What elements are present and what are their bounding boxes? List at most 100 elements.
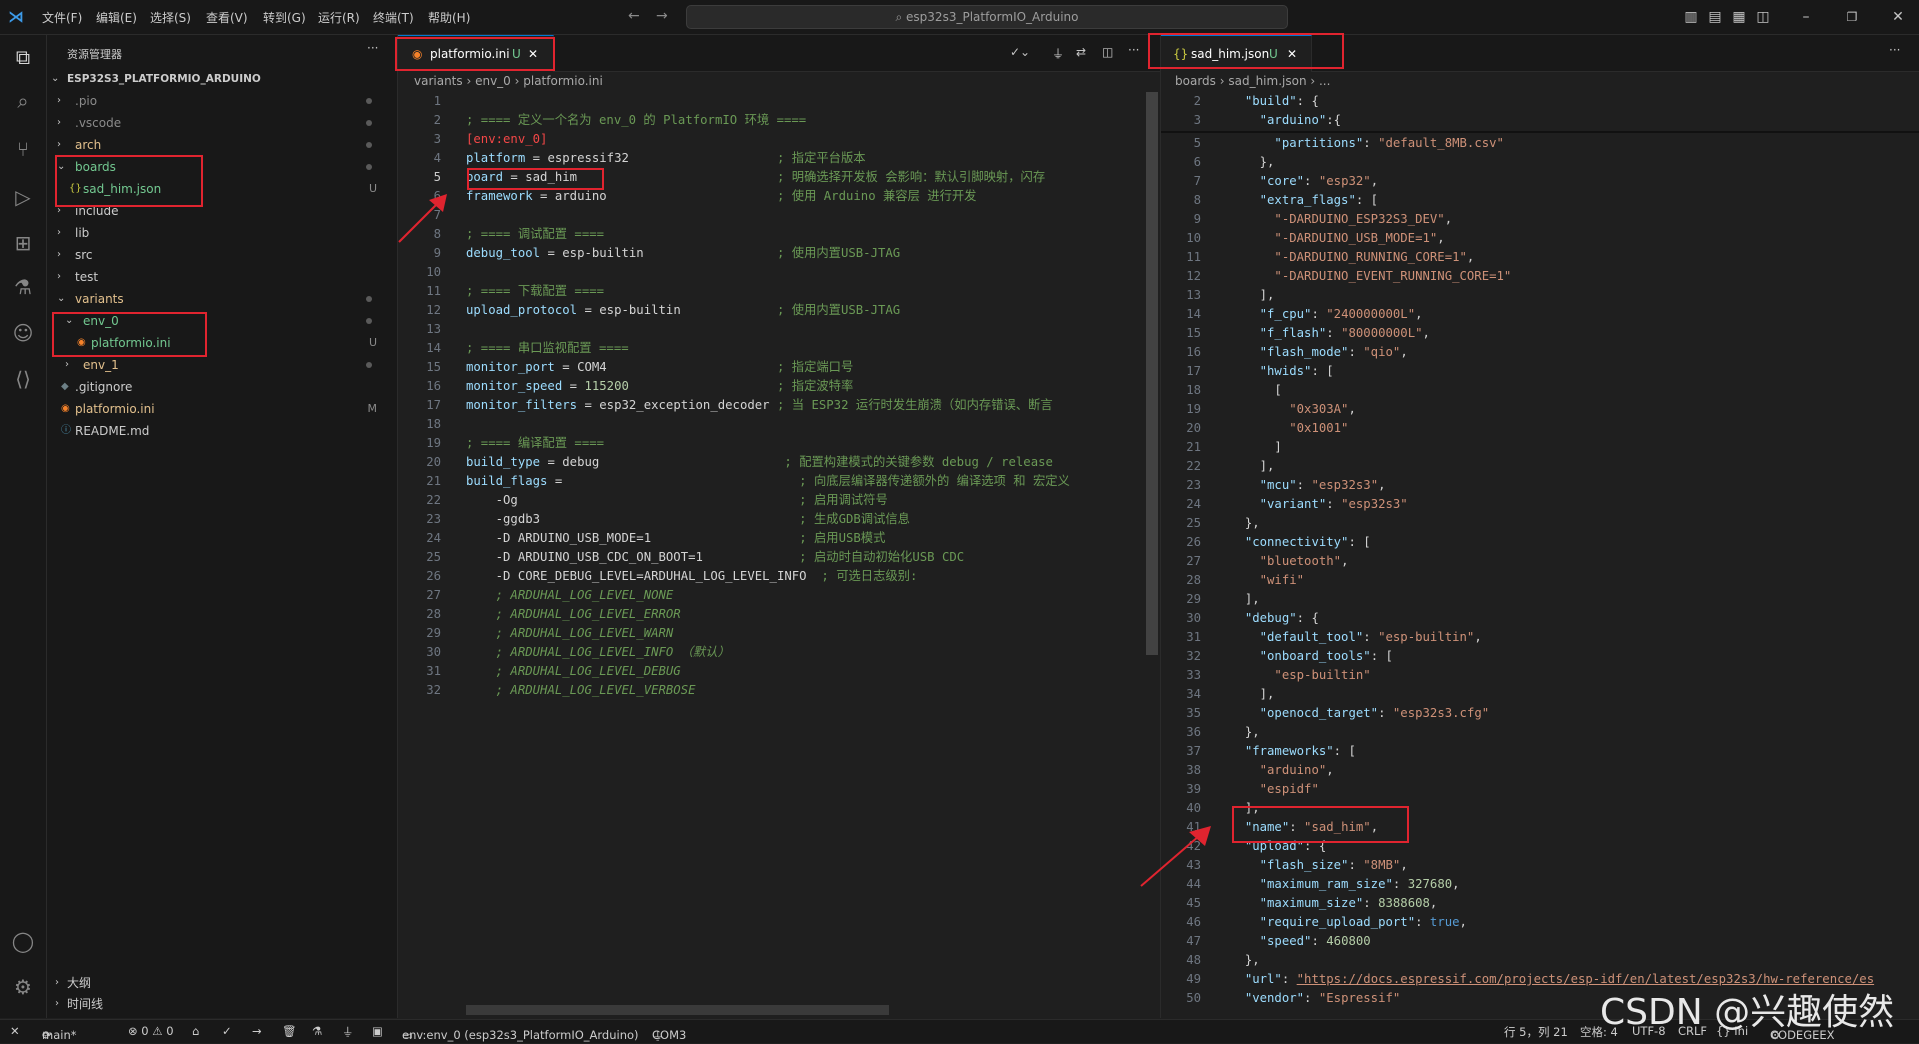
code-token: ],	[1244, 592, 1260, 606]
platformio-home-icon[interactable]: ⌂	[192, 1024, 199, 1038]
customize-layout-icon[interactable]: ◫	[1754, 8, 1772, 26]
restore-icon[interactable]: ❐	[1843, 8, 1861, 26]
tree-item[interactable]: › .vscode	[47, 112, 397, 134]
editor-horizontal-scrollbar[interactable]	[466, 1005, 889, 1015]
tree-item[interactable]: ◆ .gitignore	[47, 376, 397, 398]
tree-item[interactable]: ⌄ env_0	[47, 310, 397, 332]
tree-item[interactable]: ◉ platformio.ini U	[47, 332, 397, 354]
tree-item[interactable]: {} sad_him.json U	[47, 178, 397, 200]
outline-section[interactable]: › 大纲	[47, 972, 397, 994]
code-token: ,	[1437, 231, 1445, 245]
codegeex-icon[interactable]: ⟨⟩	[9, 365, 37, 393]
code-token: : {	[1296, 94, 1319, 108]
tree-item[interactable]: › test	[47, 266, 397, 288]
tree-item[interactable]: ◉ platformio.ini M	[47, 398, 397, 420]
code-token: ; ARDUHAL_LOG_LEVEL_ERROR	[495, 607, 681, 621]
extensions-icon[interactable]: ⊞	[9, 229, 37, 257]
breadcrumb-item[interactable]: sad_him.json	[1228, 74, 1306, 88]
tree-item[interactable]: ⓘ README.md	[47, 420, 397, 442]
breadcrumb-item[interactable]: env_0	[475, 74, 511, 88]
code-token: "variant"	[1259, 497, 1327, 511]
testing-icon[interactable]: ⚗	[9, 273, 37, 301]
menu-item[interactable]: 查看(V)	[206, 9, 248, 26]
modified-dot	[366, 296, 372, 302]
menu-item[interactable]: 选择(S)	[150, 9, 191, 26]
platformio-upload-icon[interactable]: ⏚	[1052, 45, 1064, 62]
forward-arrow-icon[interactable]: →	[656, 8, 668, 24]
breadcrumb-item[interactable]: platformio.ini	[523, 74, 603, 88]
breadcrumb-item[interactable]: variants	[414, 74, 463, 88]
tree-item[interactable]: › lib	[47, 222, 397, 244]
platformio-monitor-icon[interactable]: ⏚	[342, 1024, 354, 1040]
tree-item[interactable]: › env_1	[47, 354, 397, 376]
back-arrow-icon[interactable]: ←	[628, 8, 640, 24]
tree-item[interactable]: › src	[47, 244, 397, 266]
line-number: 10	[1186, 231, 1201, 245]
explorer-icon[interactable]: ⧉	[9, 43, 37, 71]
breadcrumb-item[interactable]: ...	[1319, 74, 1330, 88]
source-control-icon[interactable]: ⑂	[9, 135, 37, 163]
code-token: COM4	[577, 360, 607, 374]
timeline-section[interactable]: › 时间线	[47, 993, 397, 1015]
menu-item[interactable]: 终端(T)	[373, 9, 414, 26]
toggle-secondary-sidebar-icon[interactable]: ▦	[1730, 8, 1748, 26]
code-line: },	[1230, 723, 1910, 742]
toggle-panel-icon[interactable]: ▤	[1706, 8, 1724, 26]
toggle-primary-sidebar-icon[interactable]: ▥	[1682, 8, 1700, 26]
code-editor-platformio[interactable]: ; ==== 定义一个名为 env_0 的 PlatformIO 环境 ====…	[466, 92, 1146, 700]
cursor-position[interactable]: 行 5，列 21	[1504, 1024, 1568, 1040]
code-token: ],	[1244, 801, 1260, 815]
tree-item[interactable]: › .pio	[47, 90, 397, 112]
menu-item[interactable]: 编辑(E)	[96, 9, 137, 26]
minimize-icon[interactable]: –	[1797, 8, 1815, 26]
tab-platformio-ini[interactable]: ◉ platformio.ini U ✕	[398, 35, 554, 72]
project-root[interactable]: ⌄ ESP32S3_PLATFORMIO_ARDUINO	[47, 68, 397, 90]
problems-status[interactable]: ⊗ 0 ⚠ 0	[128, 1024, 174, 1038]
tree-item[interactable]: ⌄ boards	[47, 156, 397, 178]
code-line: ],	[1230, 799, 1910, 818]
menu-item[interactable]: 帮助(H)	[428, 9, 470, 26]
code-token: ; 使用 Arduino 兼容层 进行开发	[776, 189, 977, 203]
platformio-upload-icon[interactable]: →	[252, 1024, 262, 1038]
code-editor-sad-him-json[interactable]: "partitions": "default_8MB.csv" }, "core…	[1230, 134, 1910, 1008]
run-check-icon[interactable]: ✓⌄	[1010, 45, 1030, 59]
platformio-terminal-icon[interactable]: ▣	[372, 1024, 383, 1038]
editor-vertical-scrollbar[interactable]	[1146, 92, 1158, 655]
tree-item[interactable]: ⌄ variants	[47, 288, 397, 310]
code-token: =	[540, 455, 563, 469]
editor-more-icon[interactable]: ···	[1128, 43, 1139, 57]
code-token: "flash_mode"	[1259, 345, 1349, 359]
editor-group-divider[interactable]	[1160, 35, 1161, 1018]
tab-sad-him-json[interactable]: {} sad_him.json U ✕	[1161, 35, 1312, 72]
platformio-icon[interactable]: ☺	[9, 319, 37, 347]
platformio-build-icon[interactable]: ✓	[222, 1024, 232, 1038]
more-actions-icon[interactable]: ···	[367, 41, 378, 55]
menu-item[interactable]: 运行(R)	[318, 9, 360, 26]
tree-item[interactable]: › include	[47, 200, 397, 222]
menu-item[interactable]: 转到(G)	[263, 9, 306, 26]
editor-more-icon[interactable]: ···	[1889, 43, 1900, 57]
line-number: 24	[426, 531, 441, 545]
close-window-icon[interactable]: ✕	[1889, 8, 1907, 26]
platformio-clean-icon[interactable]: 🗑	[282, 1024, 297, 1038]
search-icon[interactable]: ⌕	[9, 87, 37, 115]
line-number: 7	[1193, 174, 1201, 188]
remote-indicator-icon[interactable]: ✕	[10, 1024, 20, 1038]
close-tab-icon[interactable]: ✕	[528, 36, 538, 72]
line-number: 5	[433, 170, 441, 184]
menu-item[interactable]: 文件(F)	[42, 9, 82, 26]
tree-item[interactable]: › arch	[47, 134, 397, 156]
account-icon[interactable]: ◯	[9, 927, 37, 955]
command-search-input[interactable]: ⌕ esp32s3_PlatformIO_Arduino	[686, 5, 1288, 29]
platformio-test-icon[interactable]: ⚗	[312, 1024, 322, 1038]
compare-changes-icon[interactable]: ⇄	[1076, 45, 1086, 59]
split-editor-icon[interactable]: ◫	[1102, 45, 1113, 59]
run-debug-icon[interactable]: ▷	[9, 183, 37, 211]
manage-gear-icon[interactable]: ⚙	[9, 973, 37, 1001]
code-token: "bluetooth"	[1259, 554, 1342, 568]
line-number: 17	[1186, 364, 1201, 378]
close-tab-icon[interactable]: ✕	[1287, 36, 1297, 72]
breadcrumb-item[interactable]: boards	[1175, 74, 1216, 88]
